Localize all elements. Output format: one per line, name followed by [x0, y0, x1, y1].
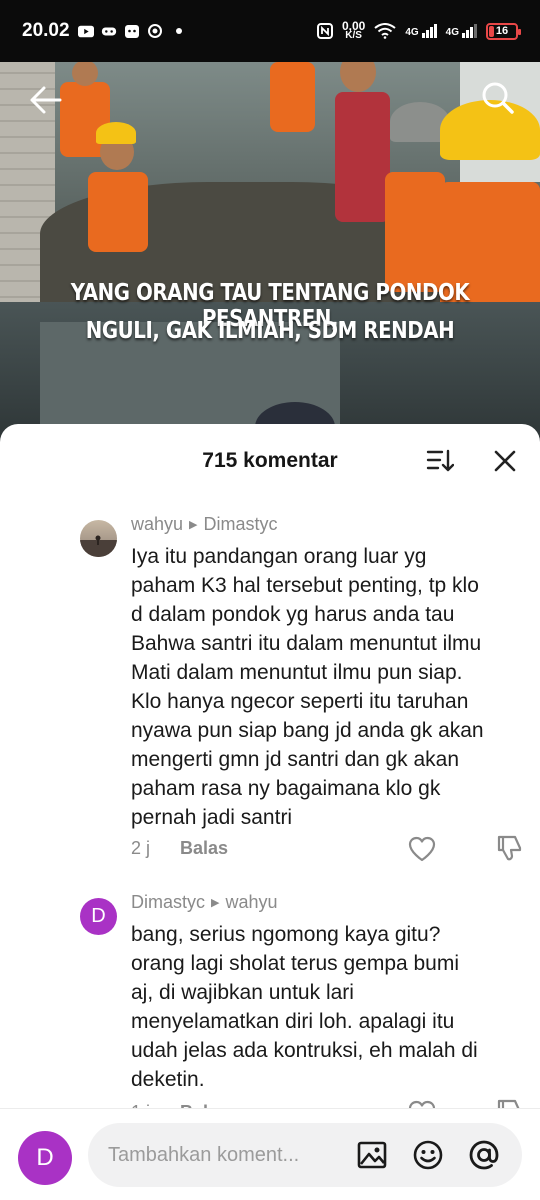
- signal-sim2-label: 4G: [445, 27, 459, 38]
- search-icon: [482, 82, 514, 114]
- comment-meta: wahyu ▶ Dimastyc: [131, 514, 278, 535]
- reply-arrow-icon: ▶: [189, 519, 198, 531]
- nfc-icon: [316, 23, 333, 39]
- dislike-button[interactable]: [495, 834, 523, 862]
- battery-icon: 16: [486, 22, 521, 40]
- signal-sim2: 4G: [446, 24, 477, 38]
- close-icon: [494, 450, 516, 472]
- comment-line: d dalam pondok yg harus anda tau: [131, 603, 455, 626]
- comment-reply-to[interactable]: wahyu: [225, 892, 277, 913]
- comments-sheet: 715 komentar wahyu ▶ Dimastyc Iya itu pa…: [0, 424, 540, 1200]
- like-button[interactable]: [408, 836, 436, 862]
- mention-button[interactable]: [468, 1139, 500, 1171]
- video-worker: [88, 172, 148, 252]
- comment-author[interactable]: wahyu: [131, 514, 183, 535]
- mention-icon: [469, 1140, 499, 1170]
- sort-icon: [426, 449, 455, 472]
- more-notifications-dot: [175, 28, 182, 34]
- current-user-avatar[interactable]: D: [18, 1131, 72, 1185]
- comment-author[interactable]: Dimastyc: [131, 892, 205, 913]
- comment-line: Klo hanya ngecor seperti itu taruhan: [131, 690, 469, 713]
- heart-icon: [408, 836, 436, 862]
- network-speed-unit: K/S: [345, 30, 362, 41]
- signal-sim1: 4G: [405, 24, 437, 38]
- image-icon: [357, 1141, 387, 1169]
- status-time: 20.02: [22, 20, 70, 41]
- sort-button[interactable]: [426, 448, 455, 474]
- video-worker: [335, 92, 390, 222]
- emoji-icon: [413, 1140, 443, 1170]
- avatar[interactable]: D: [80, 898, 117, 935]
- comment-meta: Dimastyc ▶ wahyu: [131, 892, 278, 913]
- comment-line: Bahwa santri itu dalam menuntut ilmu: [131, 632, 482, 655]
- comment-line: menyelamatkan diri loh. apalagi itu: [131, 1010, 455, 1033]
- comment-line: Mati dalam menuntut ilmu pun siap.: [131, 661, 463, 684]
- back-arrow-icon: [30, 86, 62, 114]
- comment-input-bar: D: [0, 1108, 540, 1200]
- game-controller-icon: [101, 24, 117, 38]
- video-worker-helmet: [96, 122, 136, 144]
- comment-footer: 2 j Balas: [131, 838, 228, 859]
- comment-line: Iya itu pandangan orang luar yg: [131, 545, 427, 568]
- avatar[interactable]: [80, 520, 117, 557]
- app-notification-icon: [124, 24, 140, 38]
- video-worker: [385, 172, 445, 292]
- comment-line: bang, serius ngomong kaya gitu?: [131, 923, 441, 946]
- video-player[interactable]: YANG ORANG TAU TENTANG PONDOK PESANTREN,…: [0, 62, 540, 442]
- status-right-icons: 0,00 K/S 4G 4G 16: [316, 20, 521, 41]
- sync-icon: [147, 24, 163, 38]
- comments-header: 715 komentar: [0, 424, 540, 498]
- back-button[interactable]: [28, 82, 64, 118]
- comments-count-title: 715 komentar: [202, 449, 338, 472]
- search-button[interactable]: [480, 80, 516, 116]
- youtube-icon: [77, 24, 94, 38]
- close-comments-button[interactable]: [492, 448, 518, 474]
- image-button[interactable]: [356, 1139, 388, 1171]
- status-notification-icons: [77, 24, 182, 38]
- comment-input-container[interactable]: [88, 1123, 522, 1187]
- comment-text: bang, serius ngomong kaya gitu? orang la…: [131, 920, 526, 1094]
- comment-line: orang lagi sholat terus gempa bumi: [131, 952, 460, 975]
- wifi-icon: [374, 23, 396, 39]
- video-caption-line2: NGULI, GAK ILMIAH, SDM RENDAH: [85, 318, 455, 344]
- battery-level: 16: [495, 25, 509, 37]
- comment-line: nyawa pun siap bang jd anda gk akan: [131, 719, 484, 742]
- video-worker: [270, 62, 315, 132]
- reply-arrow-icon: ▶: [211, 897, 220, 909]
- comment-line: udah jelas ada kontruksi, eh malah di: [131, 1039, 478, 1062]
- comment-line: paham K3 hal tersebut penting, tp klo: [131, 574, 479, 597]
- reply-button[interactable]: Balas: [180, 838, 228, 859]
- status-bar: 20.02 0,00 K/S 4G 4G 16: [0, 0, 540, 62]
- comment-line: aj, di wajibkan untuk lari: [131, 981, 354, 1004]
- comment-line: mengerti gmn jd santri dan gk akan: [131, 748, 460, 771]
- signal-sim1-label: 4G: [405, 27, 419, 38]
- comment-line: paham rasa ny bagaimana klo gk: [131, 777, 441, 800]
- comment-input[interactable]: [108, 1123, 348, 1187]
- comment-text: Iya itu pandangan orang luar yg paham K3…: [131, 542, 526, 832]
- dislike-icon: [497, 835, 522, 861]
- network-speed: 0,00 K/S: [342, 20, 365, 41]
- video-worker-head: [340, 62, 376, 92]
- comment-reply-to[interactable]: Dimastyc: [204, 514, 278, 535]
- emoji-button[interactable]: [412, 1139, 444, 1171]
- comment-line: pernah jadi santri: [131, 806, 293, 829]
- comment-line: deketin.: [131, 1068, 205, 1091]
- comment-time: 2 j: [131, 838, 151, 858]
